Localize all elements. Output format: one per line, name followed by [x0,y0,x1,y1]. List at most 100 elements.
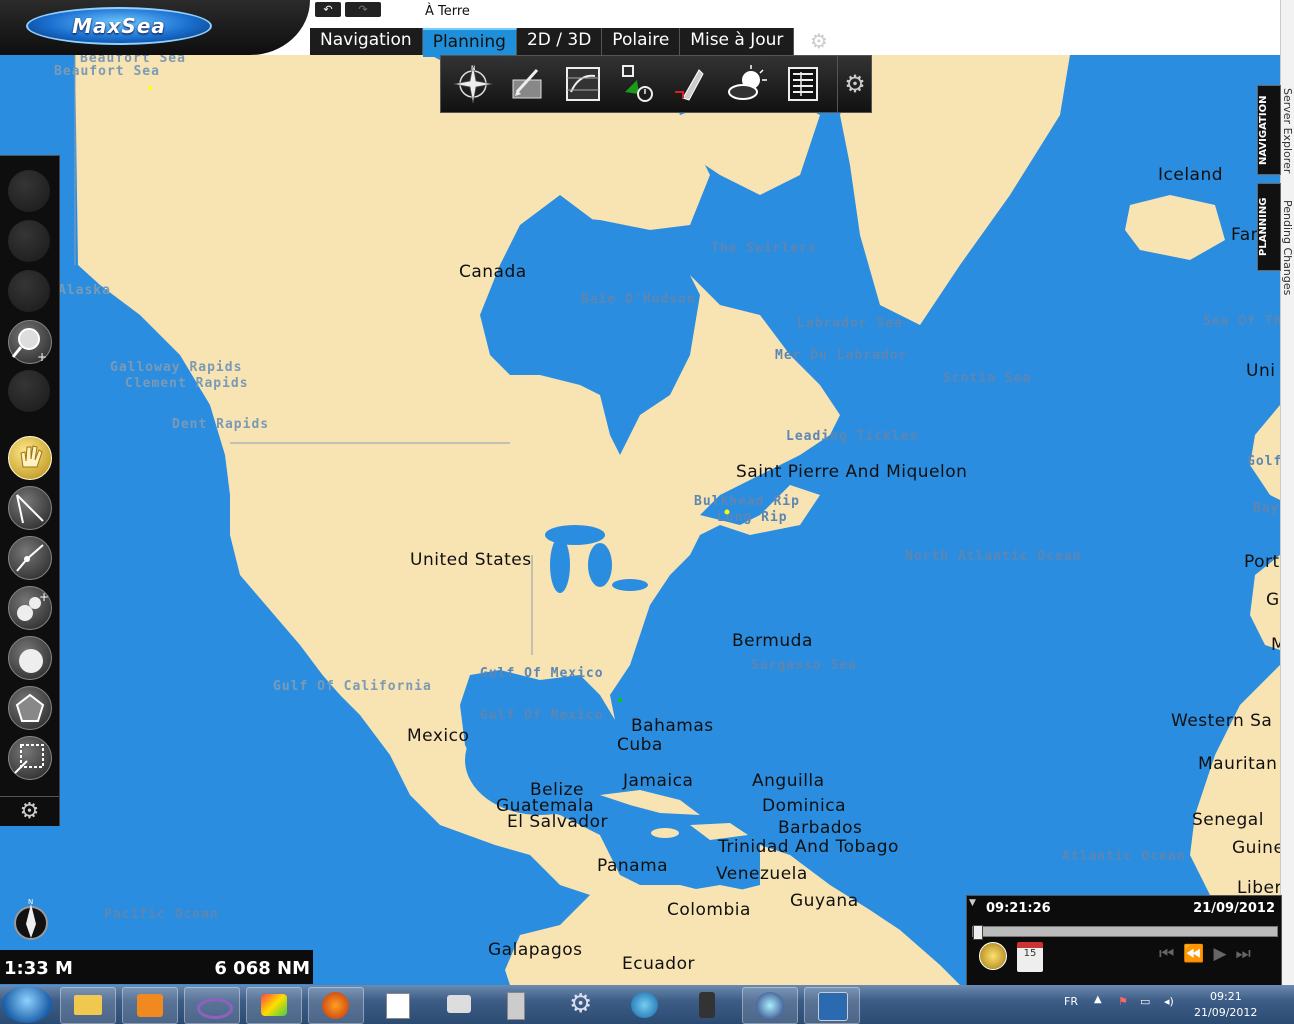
volume-icon[interactable]: ◂) [1164,995,1174,1008]
label-country: Panama [597,856,669,876]
time-panel: ▼ 09:21:26 21/09/2012 15 ⏮⏪▶⏭ [966,895,1282,987]
maxsea-logo[interactable]: MaxSea [26,7,212,45]
chart-map[interactable]: Canada United States Mexico Iceland Sain… [0,55,1280,985]
label-country: Far [1231,225,1259,245]
add-mark-icon[interactable]: + [8,586,52,630]
side-tab-planning[interactable]: PLANNING [1257,183,1281,271]
redo-button[interactable]: ↷ [345,2,381,17]
network-tray-icon[interactable]: ▭ [1140,995,1150,1008]
label-country: Bahamas [631,716,714,736]
tray-arrow-icon[interactable]: ▲ [1094,994,1102,1005]
windows-taskbar: ⚙ FR ▲ ⚑ ▭ ◂) 09:21 21/09/2012 [0,985,1294,1024]
route-editor-icon[interactable] [505,62,549,106]
pending-changes-tab[interactable]: Pending Changes [1281,200,1294,295]
tab-2d-3d[interactable]: 2D / 3D [517,28,603,55]
network-icon[interactable] [432,987,486,1022]
label-country: Ecuador [622,954,695,974]
system-tray: FR ▲ ⚑ ▭ ◂) 09:21 21/09/2012 [1058,985,1294,1024]
label-sea: Golf [1247,454,1280,469]
keyboard-icon[interactable] [680,987,734,1022]
maxsea-icon[interactable] [742,987,798,1024]
visual-studio-icon[interactable] [184,987,240,1024]
calendar-icon[interactable]: 15 [1017,942,1043,972]
north-compass-icon[interactable]: N [12,898,50,942]
notepad-icon[interactable] [370,987,424,1022]
collapse-arrow-icon[interactable]: ▼ [969,898,976,908]
main-tabs: Navigation Planning 2D / 3D Polaire Mise… [310,28,795,57]
server-explorer-tab[interactable]: Server Explorer [1281,88,1294,173]
pan-hand-icon[interactable] [8,436,52,480]
start-button-icon[interactable] [2,986,52,1023]
label-country: United States [410,550,532,570]
select-area-icon[interactable] [8,736,52,780]
ie-icon[interactable] [617,987,671,1022]
firefox-icon[interactable] [308,987,364,1024]
label-country: El Salvador [507,812,608,832]
side-tab-navigation[interactable]: NAVIGATION [1257,85,1281,175]
layer-tool-icon[interactable] [8,220,50,262]
label-country: Guine [1232,838,1280,858]
zoom-in-icon[interactable]: + [8,320,52,364]
label-country: Dominica [762,796,847,816]
logo-text: MaxSea [72,14,166,38]
label-sea: Gulf Of California [273,679,432,694]
phone-tool-icon[interactable] [8,170,50,212]
label-sea: Pacific Ocean [104,907,219,922]
paint-icon[interactable] [246,987,302,1024]
circle-tool-icon[interactable] [8,636,52,680]
tab-polaire[interactable]: Polaire [602,28,681,55]
playback-controls-icon[interactable]: ⏮⏪▶⏭ [1159,944,1260,964]
time-slider-thumb[interactable] [973,925,983,940]
status-text: À Terre [425,4,470,19]
label-country: Bermuda [732,631,813,651]
label-sea: Alaska [58,283,111,298]
label-country: Colombia [667,900,751,920]
label-country: Anguilla [752,771,825,791]
tabs-settings-gear-icon[interactable]: ⚙ [806,28,832,55]
settings-icon[interactable]: ⚙ [555,987,609,1022]
tab-planning[interactable]: Planning [422,28,517,57]
planning-toolbar: N ⚙ [440,55,872,113]
server-icon[interactable] [488,987,542,1022]
clock-icon[interactable] [979,942,1007,970]
explorer-icon[interactable] [60,987,116,1024]
label-country: Barbados [778,818,863,838]
flag-icon[interactable]: ⚑ [1118,995,1128,1008]
settings-gear-icon[interactable]: ⚙ [837,56,872,112]
tab-mise-a-jour[interactable]: Mise à Jour [680,28,795,55]
clock-date[interactable]: 21/09/2012 [1194,1006,1257,1019]
compass-rose-icon[interactable]: N [451,62,495,106]
undo-button[interactable]: ↶ [315,2,341,17]
label-country: Cuba [617,735,663,755]
time-slider[interactable] [972,925,1278,940]
boat-route-icon[interactable] [669,62,713,106]
book-tool-icon[interactable] [8,270,50,312]
label-country: Trinidad And Tobago [718,837,899,857]
zoom-out-icon[interactable] [8,370,50,412]
label-country: Mauritan [1198,754,1278,774]
title-bar: MaxSea ↶ ↷ À Terre Navigation Planning 2… [0,0,1280,57]
route-draw-icon[interactable] [8,536,52,580]
label-sea: Baie D'Hudson [581,292,696,307]
clock-time[interactable]: 09:21 [1210,990,1242,1003]
scale-distance: 6 068 NM [214,958,310,979]
label-sea: Dent Rapids [172,417,270,432]
label-sea: Labrador Sea [797,316,903,331]
label-sea: Galloway Rapids [110,360,243,375]
maxsea-window: Canada United States Mexico Iceland Sain… [0,0,1294,1024]
chart-overlay-icon[interactable] [561,62,605,106]
outlook-icon[interactable] [122,987,178,1024]
map-landmass [74,55,1280,985]
label-country: Galapagos [488,940,583,960]
polygon-tool-icon[interactable] [8,686,52,730]
toolbar-settings-gear-icon[interactable]: ⚙ [0,796,59,827]
weather-icon[interactable] [725,62,769,106]
divider-tool-icon[interactable] [8,486,52,530]
report-icon[interactable] [781,62,825,106]
label-country: Port [1244,552,1280,572]
maxsea-mx-icon[interactable] [804,987,860,1024]
tab-navigation[interactable]: Navigation [310,28,423,55]
label-country: Jamaica [623,771,694,791]
language-indicator[interactable]: FR [1064,995,1078,1008]
route-timer-icon[interactable] [615,62,659,106]
